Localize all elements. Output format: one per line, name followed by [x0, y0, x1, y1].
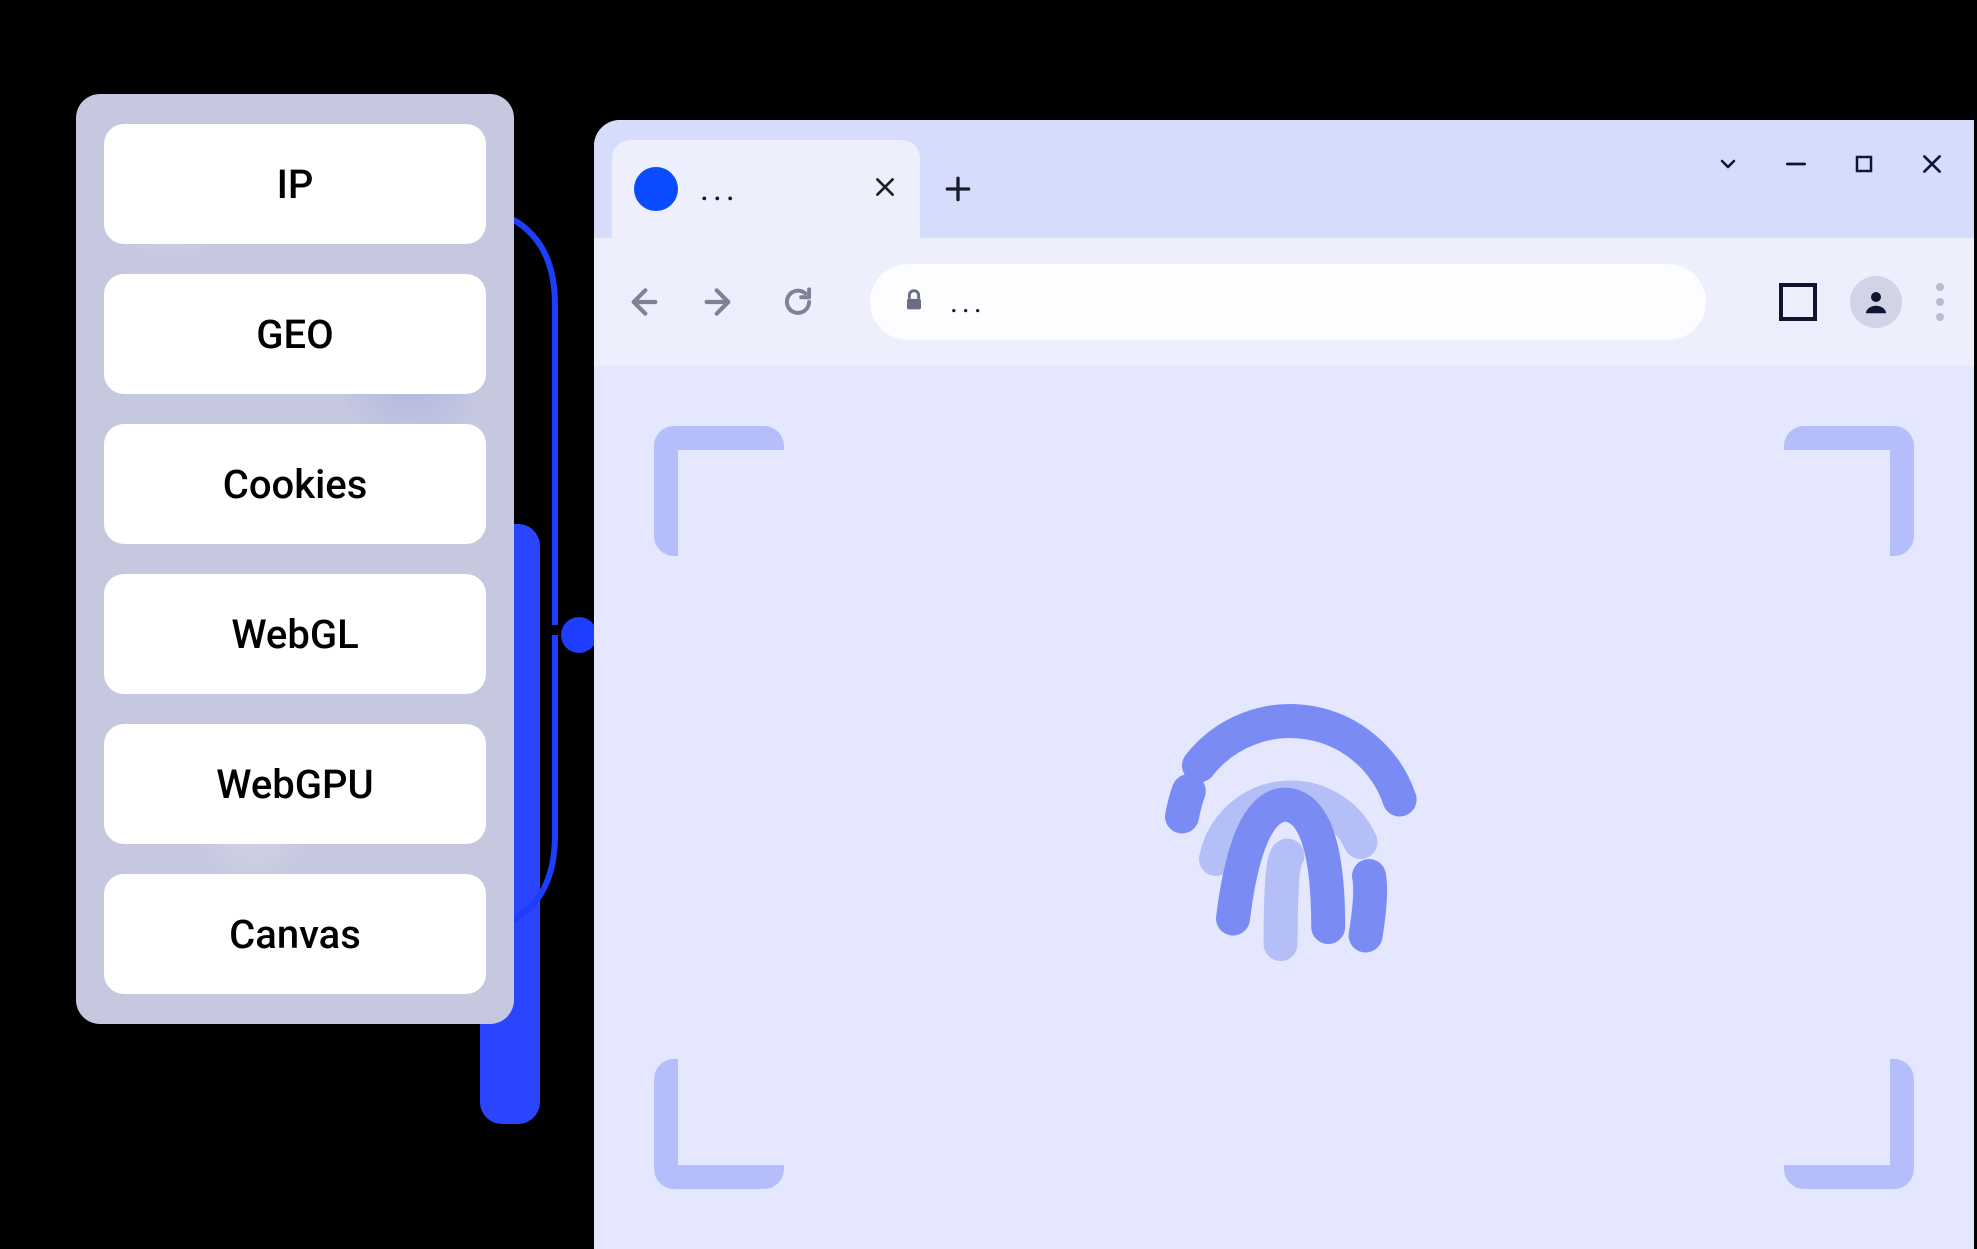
fp-item-label: GEO [256, 311, 333, 358]
panel-shadow-accent [480, 524, 540, 1124]
minimize-icon [1783, 151, 1809, 177]
toolbar: ... [594, 238, 1974, 366]
browser-window: ... [594, 120, 1974, 1249]
tab-strip: ... [594, 120, 1974, 238]
arrow-right-icon [700, 282, 740, 322]
new-tab-button[interactable] [930, 140, 986, 238]
scan-corner-icon [654, 1059, 784, 1189]
extension-button[interactable] [1772, 276, 1824, 328]
maximize-button[interactable] [1846, 146, 1882, 182]
fp-item-label: Canvas [229, 911, 361, 958]
fp-item-label: WebGPU [216, 761, 373, 808]
close-icon [872, 174, 898, 200]
minimize-button[interactable] [1778, 146, 1814, 182]
dot-icon [1936, 313, 1944, 321]
lock-icon [900, 286, 928, 318]
url-text: ... [950, 285, 986, 320]
fp-item-label: Cookies [223, 461, 368, 508]
fp-item-ip[interactable]: IP [104, 124, 486, 244]
plus-icon [942, 173, 974, 205]
fingerprint-icon [1114, 638, 1454, 978]
reload-icon [779, 283, 817, 321]
address-bar[interactable]: ... [870, 264, 1706, 340]
close-tab-button[interactable] [872, 169, 898, 209]
profile-button[interactable] [1850, 276, 1902, 328]
scan-corner-icon [1784, 426, 1914, 556]
dot-icon [1936, 298, 1944, 306]
menu-button[interactable] [1928, 283, 1952, 321]
chevron-down-icon [1716, 152, 1740, 176]
fp-item-cookies[interactable]: Cookies [104, 424, 486, 544]
fp-item-geo[interactable]: GEO [104, 274, 486, 394]
tab-favicon-icon [634, 167, 678, 211]
fp-item-label: IP [277, 161, 314, 208]
browser-tab[interactable]: ... [612, 140, 920, 238]
forward-button[interactable] [694, 276, 746, 328]
scan-corner-icon [654, 426, 784, 556]
window-dropdown-button[interactable] [1710, 146, 1746, 182]
user-icon [1861, 287, 1891, 317]
fp-item-label: WebGL [231, 611, 358, 658]
arrow-left-icon [622, 282, 662, 322]
reload-button[interactable] [772, 276, 824, 328]
back-button[interactable] [616, 276, 668, 328]
maximize-icon [1852, 152, 1876, 176]
scan-corner-icon [1784, 1059, 1914, 1189]
fp-item-canvas[interactable]: Canvas [104, 874, 486, 994]
dot-icon [1936, 283, 1944, 291]
close-window-button[interactable] [1914, 146, 1950, 182]
fp-item-webgl[interactable]: WebGL [104, 574, 486, 694]
close-icon [1919, 151, 1945, 177]
fingerprint-components-panel: IP GEO Cookies WebGL WebGPU Canvas [76, 94, 514, 1024]
browser-viewport [594, 366, 1974, 1249]
extension-icon [1779, 283, 1817, 321]
window-controls [1710, 146, 1950, 182]
tab-title: ... [700, 169, 850, 209]
fp-item-webgpu[interactable]: WebGPU [104, 724, 486, 844]
